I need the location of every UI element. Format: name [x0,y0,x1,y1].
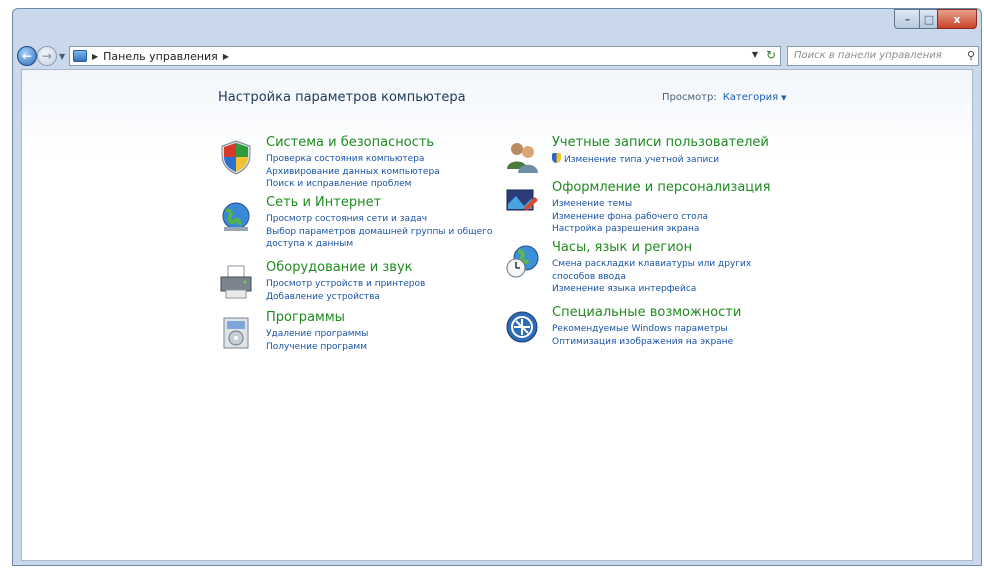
category-title[interactable]: Программы [266,310,496,326]
recent-pages-dropdown[interactable]: ▼ [59,52,65,61]
link-adjust-screen-resolution[interactable]: Настройка разрешения экрана [552,223,782,236]
link-backup-computer[interactable]: Архивирование данных компьютера [266,166,496,179]
maximize-button[interactable]: □ [919,9,939,29]
link-homegroup-sharing[interactable]: Выбор параметров домашней группы и общег… [266,226,496,251]
address-bar[interactable]: ▶ Панель управления ▶ ▼ ↻ [69,46,781,66]
accessibility-icon [506,311,538,343]
breadcrumb-arrow-icon[interactable]: ▶ [223,52,229,61]
search-input[interactable]: Поиск в панели управления ⚲ [787,46,979,66]
network-globe-icon [222,202,250,231]
page-title: Настройка параметров компьютера [218,90,466,105]
close-button[interactable]: x [937,9,977,29]
category-title[interactable]: Система и безопасность [266,135,496,151]
link-change-keyboard-input[interactable]: Смена раскладки клавиатуры или других сп… [552,258,752,283]
link-view-devices-printers[interactable]: Просмотр устройств и принтеров [266,278,496,291]
minimize-button[interactable]: – [894,9,921,29]
refresh-icon[interactable]: ↻ [766,48,776,62]
link-uninstall-program[interactable]: Удаление программы [266,328,496,341]
category-title[interactable]: Часы, язык и регион [552,240,782,256]
search-icon[interactable]: ⚲ [967,49,975,62]
breadcrumb-control-panel[interactable]: Панель управления [103,50,218,63]
view-by-category-link[interactable]: Категория [723,92,778,103]
uac-shield-icon [552,153,561,163]
printer-icon [220,265,252,299]
breadcrumb-arrow-icon[interactable]: ▶ [92,52,98,61]
personalization-icon [506,189,538,211]
link-change-desktop-background[interactable]: Изменение фона рабочего стола [552,211,782,224]
category-title[interactable]: Сеть и Интернет [266,195,496,211]
control-panel-icon [73,50,87,62]
address-dropdown-icon[interactable]: ▼ [752,50,758,59]
control-panel-window: – □ x ← → ▼ ▶ Панель управления ▶ ▼ ↻ По… [12,8,982,566]
view-by: Просмотр: Категория ▼ [662,92,787,103]
programs-icon [223,317,249,349]
category-title[interactable]: Учетные записи пользователей [552,135,782,151]
category-title[interactable]: Специальные возможности [552,305,782,321]
category-title[interactable]: Оборудование и звук [266,260,496,276]
link-recommended-settings[interactable]: Рекомендуемые Windows параметры [552,323,782,336]
link-network-status[interactable]: Просмотр состояния сети и задач [266,213,496,226]
view-by-label: Просмотр: [662,92,717,103]
link-add-device[interactable]: Добавление устройства [266,291,496,304]
back-button[interactable]: ← [17,46,37,66]
shield-icon [221,140,251,175]
link-change-display-language[interactable]: Изменение языка интерфейса [552,283,782,296]
view-by-dropdown-icon[interactable]: ▼ [781,94,786,102]
title-bar: – □ x [13,9,981,43]
clock-globe-icon [506,245,539,278]
link-find-fix-problems[interactable]: Поиск и исправление проблем [266,178,496,191]
link-optimize-display[interactable]: Оптимизация изображения на экране [552,336,782,349]
content-area: Настройка параметров компьютера Просмотр… [21,69,973,561]
category-title[interactable]: Оформление и персонализация [552,180,782,196]
link-get-programs[interactable]: Получение программ [266,341,496,354]
link-change-theme[interactable]: Изменение темы [552,198,782,211]
navigation-bar: ← → ▼ ▶ Панель управления ▶ ▼ ↻ Поиск в … [13,43,981,69]
search-placeholder: Поиск в панели управления [794,50,942,61]
forward-button[interactable]: → [37,46,57,66]
link-change-account-type[interactable]: Изменение типа учетной записи [552,153,782,167]
link-check-computer-status[interactable]: Проверка состояния компьютера [266,153,496,166]
users-icon [507,143,538,173]
